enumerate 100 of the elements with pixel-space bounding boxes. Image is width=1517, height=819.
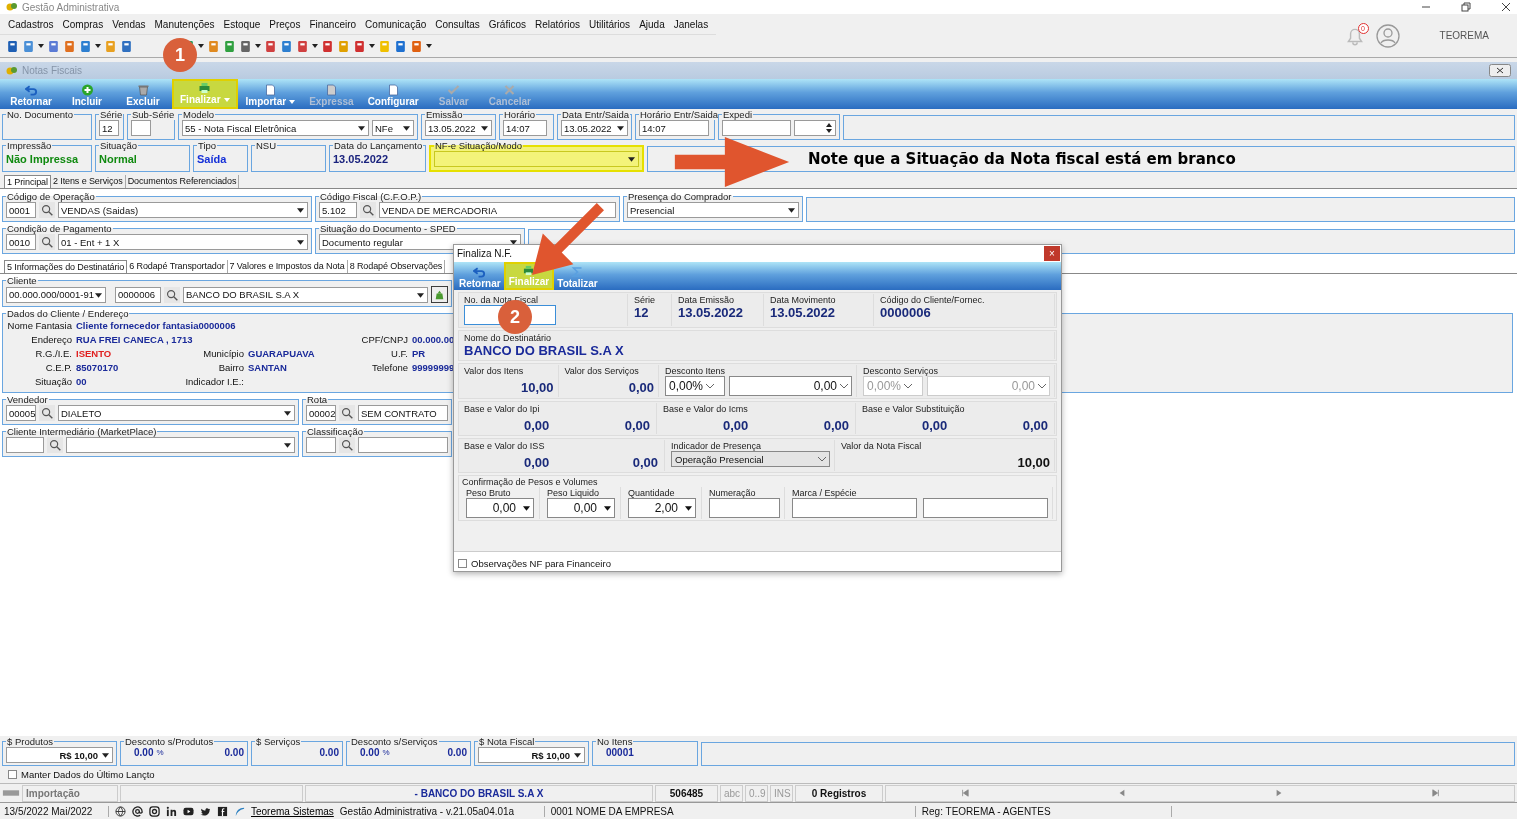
field-label: Marca / Espécie — [792, 488, 858, 498]
field-label: Horário Entr/Saida — [639, 109, 720, 120]
user-name: TEOREMA — [1439, 30, 1489, 41]
date-text: 13/5/2022 Mai/2022 — [4, 805, 109, 817]
company-text: 0001 NOME DA EMPRESA — [550, 805, 916, 817]
field-label: Presença do Comprador — [627, 191, 733, 202]
field-value: 0,00 — [524, 418, 550, 433]
field-label: Cliente Intermediário (MarketPlace) — [6, 426, 158, 437]
key-indicator: INS — [770, 784, 793, 802]
field-value: 13.05.2022 — [678, 305, 745, 320]
field-label: Nome Fantasia — [6, 320, 72, 331]
percent-sign: % — [156, 748, 164, 757]
key-indicator: 0..9 — [745, 784, 768, 802]
checkbox-label: Manter Dados do Último Lançto — [21, 769, 155, 780]
field-label: Emissão — [425, 109, 464, 120]
field-label: NF-e Situação/Modo — [434, 140, 524, 151]
field-label: Desconto s/Produtos — [124, 736, 215, 747]
field-value: 00 — [76, 376, 88, 387]
field-label: Data do Lançamento — [333, 140, 424, 151]
field-label: R.G./I.E. — [34, 348, 72, 359]
field-label: Telefone — [371, 362, 408, 373]
field-label: Nome do Destinatário — [464, 333, 553, 343]
total-value: 0.00 — [318, 747, 339, 758]
field-label: Dados do Cliente / Endereço — [6, 308, 130, 319]
field-label: No. Documento — [6, 109, 74, 120]
field-label: Data Entr/Saida — [561, 109, 631, 120]
status-value: Não Impressa — [6, 152, 80, 167]
field-label: Sub-Série — [131, 109, 176, 120]
status-mode: Importação — [22, 784, 118, 802]
field-label: Base e Valor do Icms — [663, 404, 749, 414]
field-value: 12 — [634, 305, 650, 320]
field-label: Código Fiscal (C.F.O.P.) — [319, 191, 423, 202]
field-label: Peso Liquido — [547, 488, 601, 498]
status-number: 506485 — [655, 784, 718, 802]
field-label: $ Produtos — [6, 736, 54, 747]
field-label: Base e Valor do Ipi — [464, 404, 541, 414]
field-label: Peso Bruto — [466, 488, 512, 498]
field-label: Município — [202, 348, 244, 359]
field-label: Indicador de Presença — [671, 441, 763, 451]
child-window-title: Notas Fiscais — [22, 65, 82, 76]
field-label: Data Movimento — [770, 295, 837, 305]
dialog-title: Finaliza N.F. — [457, 248, 512, 259]
field-value: 0,00 — [723, 418, 749, 433]
field-label: Código de Operação — [6, 191, 96, 202]
registration-text: Reg: TEOREMA - AGENTES — [921, 805, 1172, 817]
field-label: Valor da Nota Fiscal — [841, 441, 923, 451]
field-value: GUARAPUAVA — [248, 348, 316, 359]
field-value: 10,00 — [1016, 455, 1050, 470]
field-value: 0000006 — [880, 305, 932, 320]
status-value: Saída — [197, 152, 228, 167]
status-value: 13.05.2022 — [333, 152, 390, 167]
total-value: 0.00 — [223, 747, 244, 758]
field-label: Situação — [34, 376, 72, 387]
field-value: 0,00 — [922, 418, 948, 433]
field-label: Valor dos Itens — [464, 366, 525, 376]
field-label: Data Emissão — [678, 295, 736, 305]
status-client: - BANCO DO BRASIL S.A X — [305, 784, 653, 802]
key-indicator: abc — [720, 784, 743, 802]
field-label: Série — [99, 109, 124, 120]
field-value: 0,00 — [632, 455, 658, 470]
field-label: Desconto Itens — [665, 366, 727, 376]
field-label: Valor dos Serviços — [564, 366, 640, 376]
field-label: Desconto Serviços — [863, 366, 940, 376]
field-label: Indicador I.E.: — [184, 376, 244, 387]
version-text: Gestão Administrativa - v.21.05a04.01a — [339, 805, 545, 817]
field-label: Expedi — [722, 109, 754, 120]
field-label: CPF/CNPJ — [360, 334, 408, 345]
field-label: Base e Valor Substituição — [862, 404, 966, 414]
field-label: Base e Valor do ISS — [464, 441, 546, 451]
total-value: 0.00 — [133, 747, 154, 758]
field-label: Bairro — [217, 362, 244, 373]
field-label: Desconto s/Serviços — [350, 736, 439, 747]
percent-sign: % — [382, 748, 390, 757]
field-label: C.E.P. — [44, 362, 72, 373]
total-value: 00001 — [605, 747, 634, 758]
total-value: 0.00 — [359, 747, 380, 758]
field-label: Vendedor — [6, 394, 49, 405]
field-label: Condição de Pagamento — [6, 223, 113, 234]
field-value: 0,00 — [627, 380, 654, 395]
field-label: Tipo — [197, 140, 218, 151]
field-label: Modelo — [182, 109, 216, 120]
field-label: Situação — [99, 140, 138, 151]
field-value: 0,00 — [823, 418, 849, 433]
field-label: $ Serviços — [255, 736, 302, 747]
field-label: No Itens — [596, 736, 634, 747]
field-value: ISENTO — [76, 348, 113, 359]
field-label: Endereço — [30, 334, 72, 345]
field-label: Cliente — [6, 275, 38, 286]
field-value: 13.05.2022 — [770, 305, 837, 320]
field-value: 0,00 — [524, 455, 550, 470]
field-value: 85070170 — [76, 362, 120, 373]
total-value: 0.00 — [446, 747, 467, 758]
field-label: Impressão — [6, 140, 53, 151]
field-value: 0,00 — [624, 418, 650, 433]
checkbox-label: Observações NF para Financeiro — [471, 558, 611, 569]
field-label: $ Nota Fiscal — [478, 736, 536, 747]
field-value: 10,00 — [519, 380, 554, 395]
field-label: NSU — [255, 140, 278, 151]
window-title: Gestão Administrativa — [22, 1, 120, 13]
field-value: Cliente fornecedor fantasia0000006 — [76, 320, 237, 331]
